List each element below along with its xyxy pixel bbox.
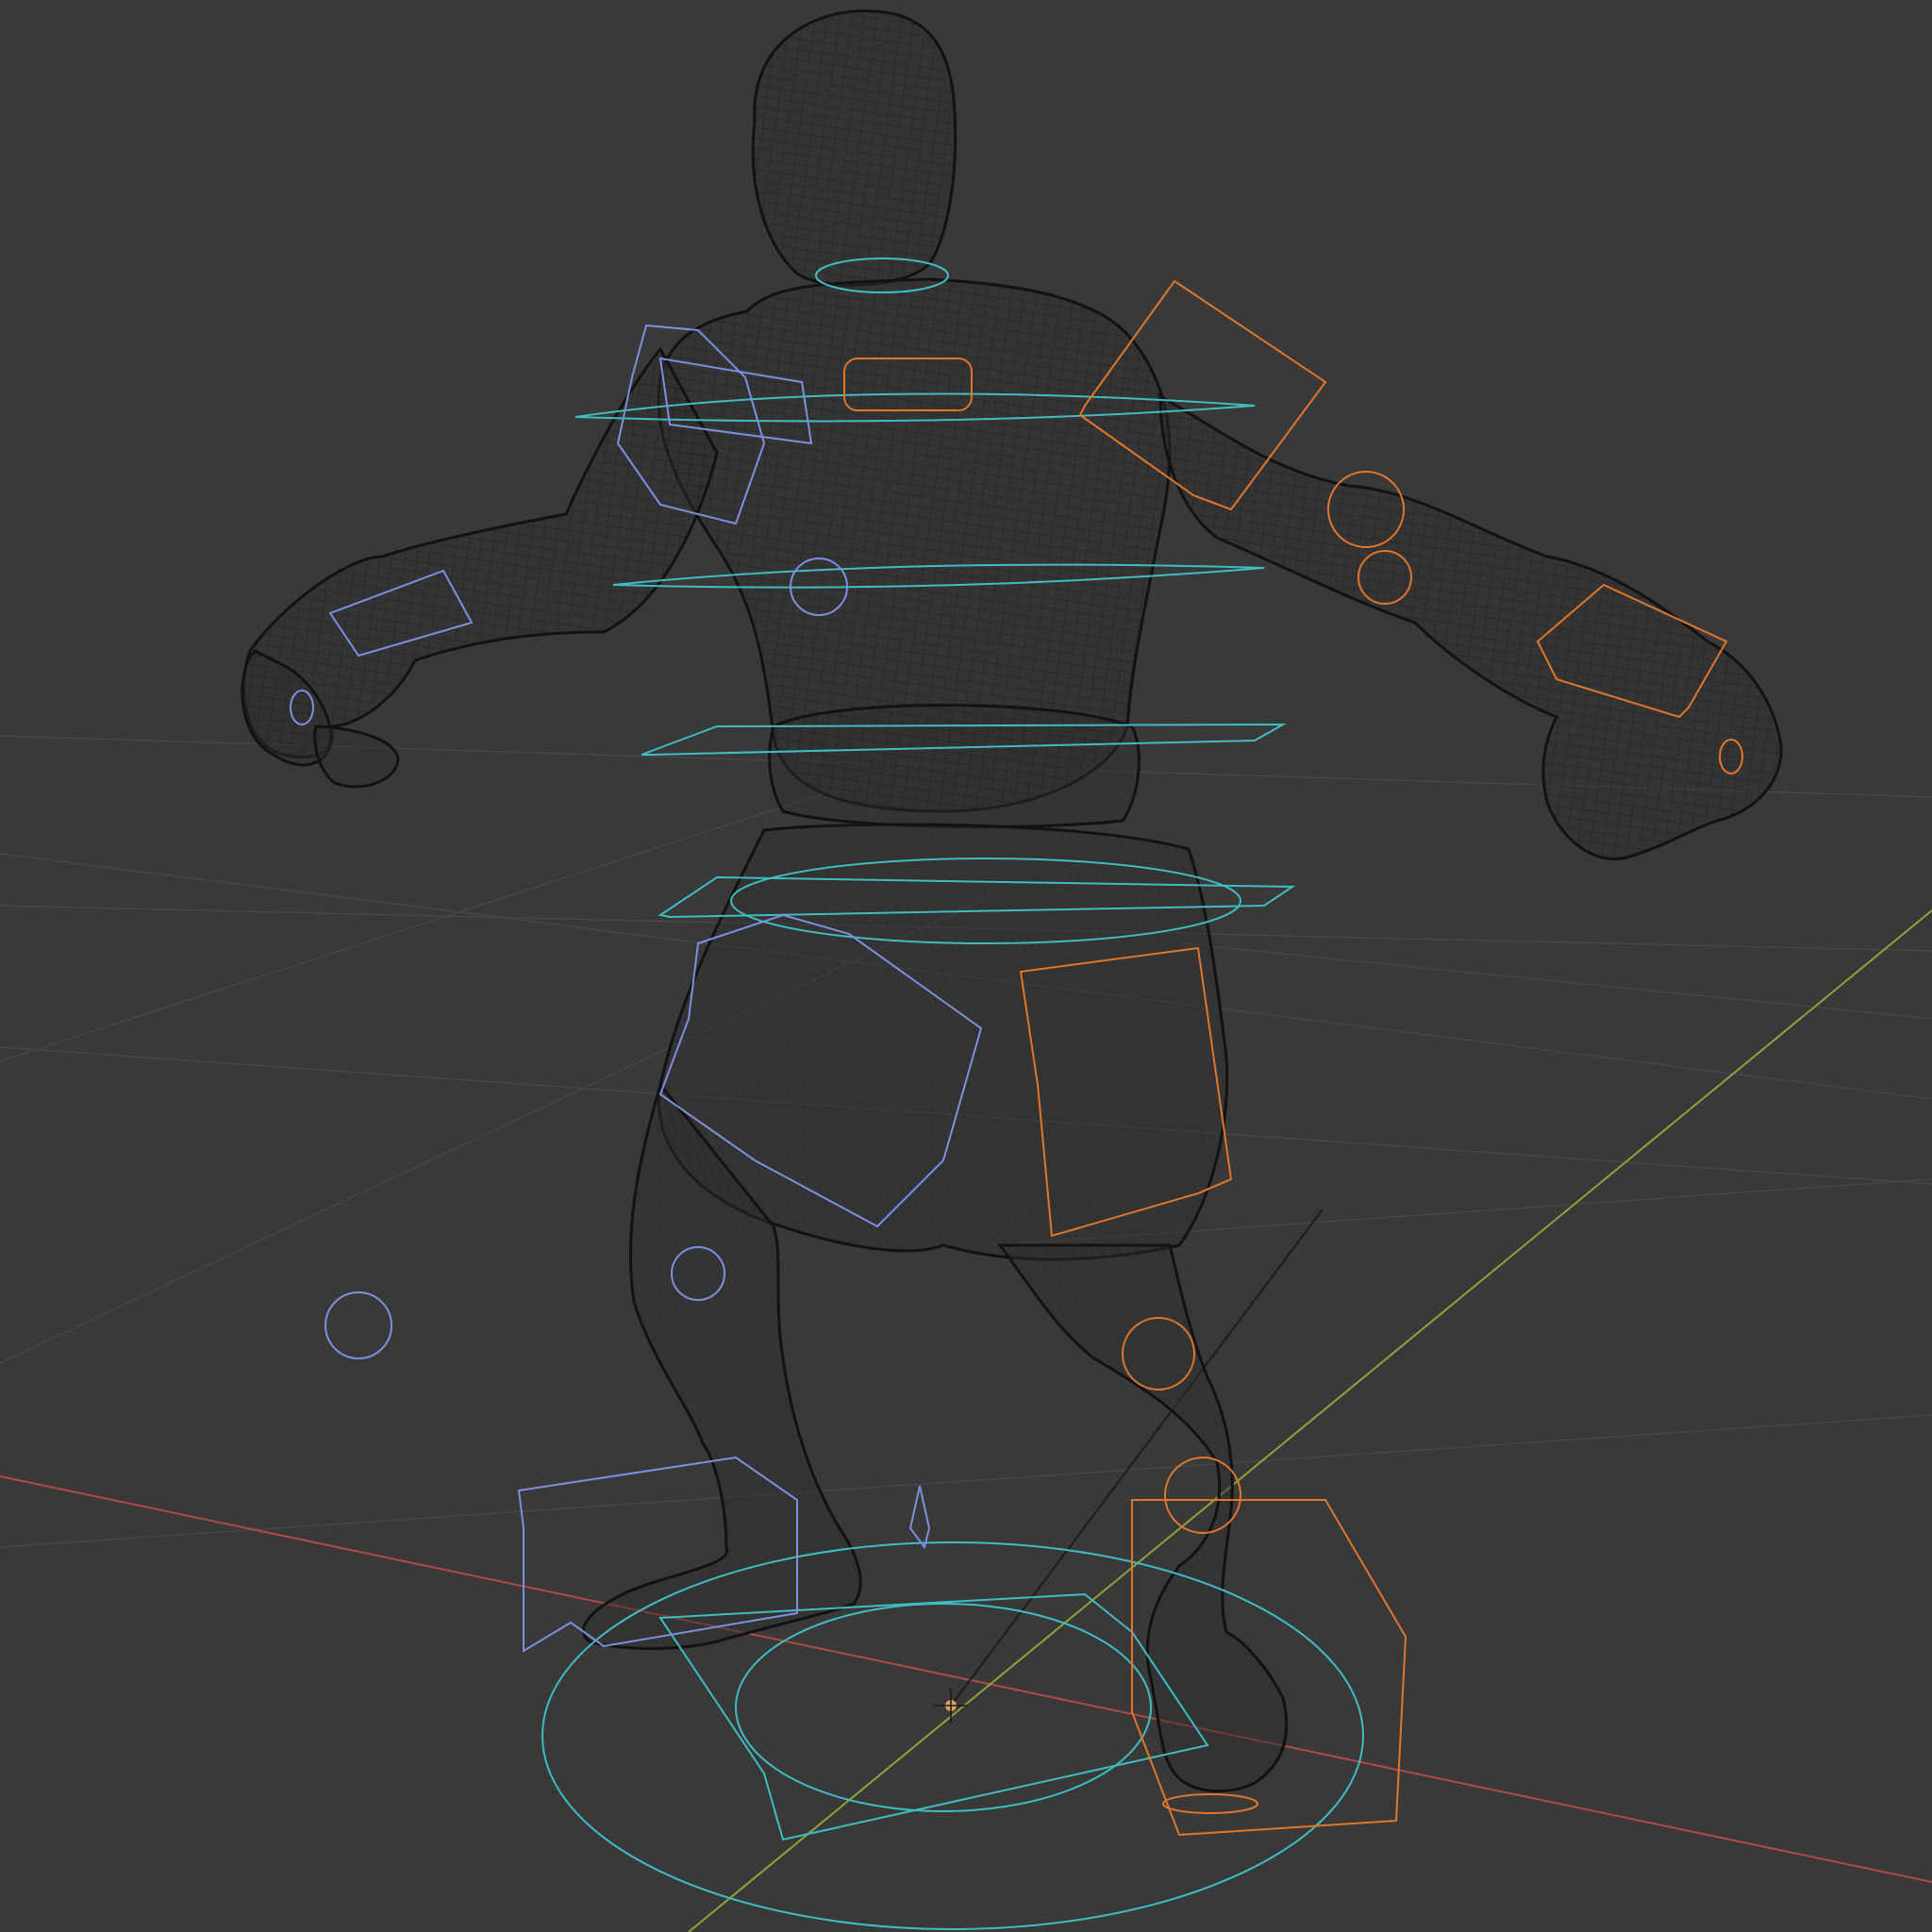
root-control-inner[interactable] <box>735 1603 1152 1812</box>
x-axis-line <box>0 1475 1932 1883</box>
object-origin-icon[interactable] <box>934 1689 968 1723</box>
right-heel-control[interactable] <box>1162 1793 1258 1814</box>
mesh-wire-density <box>243 10 1782 1791</box>
left-heel-control[interactable] <box>908 1485 931 1550</box>
character-mesh[interactable] <box>241 9 1783 1793</box>
left-pole-target[interactable] <box>325 1291 392 1359</box>
3d-viewport[interactable] <box>0 0 1932 1932</box>
